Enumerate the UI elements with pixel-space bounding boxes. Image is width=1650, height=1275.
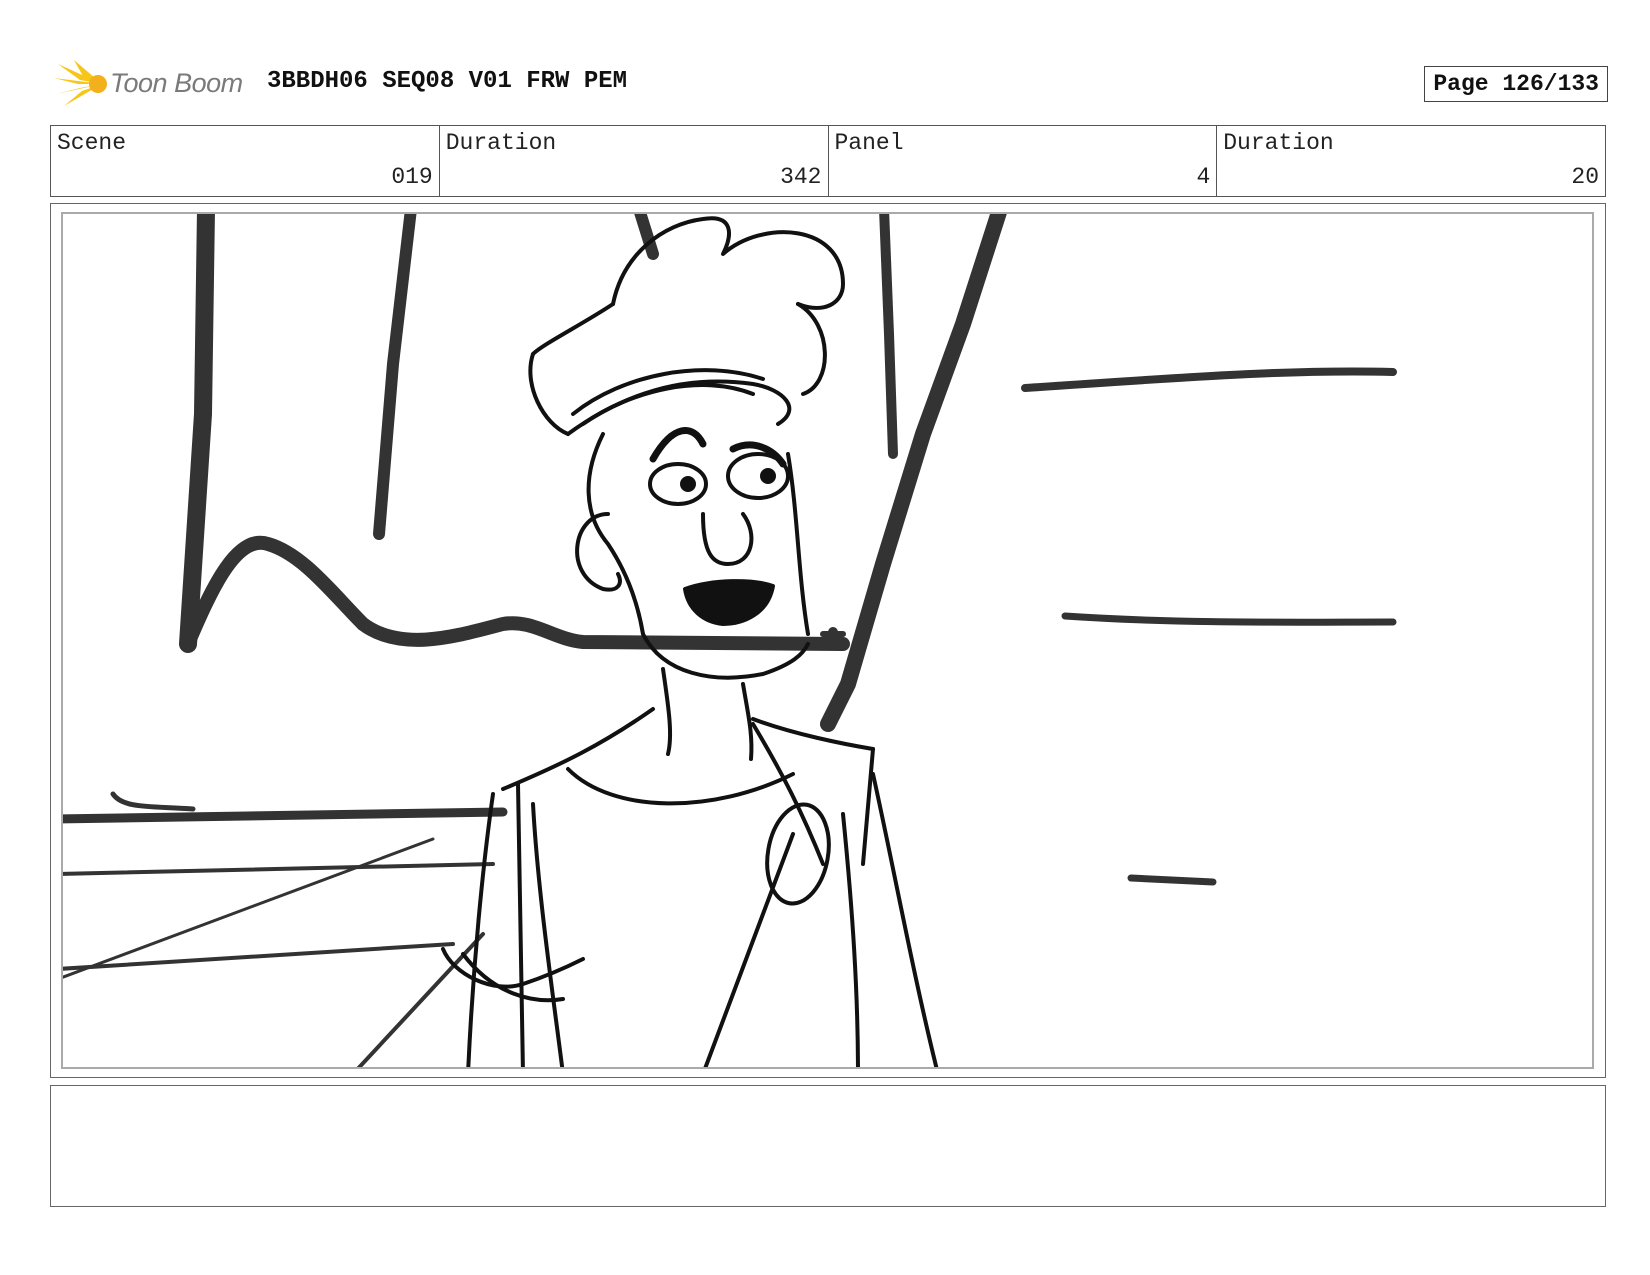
panel-drawing-area bbox=[61, 212, 1594, 1069]
scene-info-table: Scene 019 Duration 342 Panel 4 Duration … bbox=[50, 125, 1606, 197]
starburst-icon bbox=[54, 60, 107, 106]
scene-duration-value: 342 bbox=[780, 164, 822, 190]
panel-duration-cell: Duration 20 bbox=[1217, 126, 1605, 196]
storyboard-panel bbox=[50, 203, 1606, 1078]
scene-cell: Scene 019 bbox=[51, 126, 440, 196]
scene-duration-cell: Duration 342 bbox=[440, 126, 829, 196]
panel-cell: Panel 4 bbox=[829, 126, 1218, 196]
panel-notes-box bbox=[50, 1085, 1606, 1207]
storyboard-sketch bbox=[63, 214, 1397, 1067]
panel-value: 4 bbox=[1196, 164, 1211, 190]
document-title: 3BBDH06 SEQ08 V01 FRW PEM bbox=[267, 68, 628, 95]
toon-boom-logo: Toon Boom bbox=[52, 58, 252, 110]
scene-duration-label: Duration bbox=[445, 130, 557, 156]
page-number: Page 126/133 bbox=[1424, 66, 1608, 102]
panel-duration-label: Duration bbox=[1223, 130, 1334, 156]
panel-duration-value: 20 bbox=[1571, 164, 1599, 190]
panel-label: Panel bbox=[834, 130, 904, 156]
scene-label: Scene bbox=[57, 130, 127, 156]
page-header: Toon Boom 3BBDH06 SEQ08 V01 FRW PEM Page… bbox=[52, 58, 1608, 110]
scene-value: 019 bbox=[391, 164, 433, 190]
logo-text: Toon Boom bbox=[110, 68, 243, 98]
